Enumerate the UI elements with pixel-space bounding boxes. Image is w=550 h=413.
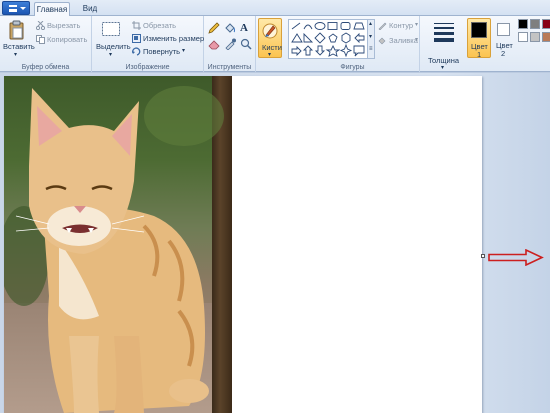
- copy-label: Копировать: [47, 35, 88, 44]
- right-arrow-annotation-icon: [488, 249, 544, 266]
- tools-group-label: Инструменты: [207, 64, 252, 71]
- text-tool-icon[interactable]: A: [240, 22, 248, 34]
- copy-icon: [36, 35, 45, 44]
- outline-label: Контур: [389, 21, 414, 30]
- select-button[interactable]: Выделить ▾: [94, 18, 131, 58]
- outline-icon: [378, 22, 387, 30]
- menu-icon: [9, 5, 17, 12]
- fill-button[interactable]: Заливка ▾: [378, 35, 420, 46]
- color2-swatch: [497, 23, 510, 36]
- thickness-dropdown-icon: ▾: [441, 65, 445, 71]
- shapes-gallery[interactable]: [288, 19, 368, 59]
- rotate-icon: [132, 47, 141, 56]
- color2-button[interactable]: Цвет 2: [494, 18, 516, 58]
- cat-photo[interactable]: [4, 76, 232, 413]
- image-group-label: Изображение: [125, 64, 170, 71]
- shapes-gallery-icons: [291, 22, 365, 58]
- palette-swatch-white[interactable]: [518, 32, 528, 42]
- palette-swatch-gray[interactable]: [530, 19, 540, 29]
- color1-swatch: [471, 22, 487, 38]
- rotate-label: Повернуть: [143, 47, 181, 56]
- palette-swatch-light-gray[interactable]: [530, 32, 540, 42]
- shapes-gallery-scroll[interactable]: ▴ ▾ ≡: [368, 19, 375, 59]
- pencil-icon[interactable]: [208, 22, 220, 34]
- magnifier-icon[interactable]: [240, 38, 252, 50]
- resize-button[interactable]: Изменить размер: [132, 33, 204, 44]
- ribbon: Вставить ▾ Вырезать Копировать Буфер обм…: [0, 16, 550, 72]
- shapes-group: ▴ ▾ ≡ Контур ▾ Заливка ▾ Фигуры: [286, 16, 420, 72]
- selection-icon: [102, 22, 120, 36]
- clipboard-group: Вставить ▾ Вырезать Копировать Буфер обм…: [0, 16, 92, 72]
- palette-swatch-dark-red[interactable]: [542, 19, 550, 29]
- scissors-icon: [36, 21, 45, 30]
- crop-label: Обрезать: [143, 21, 177, 30]
- thickness-icon: [434, 23, 454, 42]
- cat-illustration: [4, 86, 224, 413]
- resize-icon: [132, 34, 141, 43]
- crop-icon: [132, 21, 141, 30]
- outline-button[interactable]: Контур ▾: [378, 20, 420, 31]
- brushes-dropdown-icon: ▾: [268, 52, 272, 58]
- paste-label: Вставить: [3, 42, 35, 51]
- brush-icon: [262, 23, 278, 39]
- eraser-icon[interactable]: [208, 38, 220, 50]
- thickness-button[interactable]: Толщина ▾: [426, 18, 462, 71]
- fill-dropdown-icon: ▾: [415, 37, 419, 43]
- brushes-button[interactable]: Кисти ▾: [258, 18, 282, 58]
- crop-button[interactable]: Обрезать: [132, 20, 192, 31]
- rotate-button[interactable]: Повернуть ▾: [132, 46, 188, 57]
- chevron-down-icon: [20, 7, 26, 10]
- tools-group: A Инструменты: [204, 16, 256, 72]
- paste-icon: [9, 20, 24, 40]
- color-picker-icon[interactable]: [224, 38, 236, 50]
- palette-swatch-brown[interactable]: [542, 32, 550, 42]
- color-palette: [518, 19, 550, 59]
- copy-button[interactable]: Копировать: [36, 34, 90, 45]
- paste-button[interactable]: Вставить ▾: [2, 18, 35, 58]
- outline-dropdown-icon: ▾: [415, 22, 419, 28]
- select-label: Выделить: [96, 42, 131, 51]
- ribbon-tab-bar: Главная Вид: [0, 0, 550, 17]
- tab-view[interactable]: Вид: [78, 2, 102, 16]
- brushes-label: Кисти: [262, 43, 282, 52]
- scroll-up-icon[interactable]: ▴: [369, 20, 372, 27]
- color1-number: 1: [477, 50, 482, 59]
- color1-button[interactable]: Цвет 1: [467, 18, 491, 59]
- canvas-workspace[interactable]: [0, 73, 550, 413]
- gallery-expand-icon[interactable]: ≡: [369, 46, 373, 52]
- image-group: Выделить ▾ Обрезать Изменить размер Пове…: [92, 16, 204, 72]
- drawing-canvas[interactable]: [4, 76, 482, 413]
- tab-home[interactable]: Главная: [34, 2, 70, 17]
- palette-swatch-black[interactable]: [518, 19, 528, 29]
- resize-label: Изменить размер: [143, 34, 205, 43]
- cut-label: Вырезать: [47, 21, 81, 30]
- clipboard-group-label: Буфер обмена: [21, 64, 70, 71]
- select-dropdown-icon[interactable]: ▾: [109, 51, 112, 58]
- cut-button[interactable]: Вырезать: [36, 20, 88, 31]
- fill-bucket-icon[interactable]: [224, 22, 236, 34]
- fill-label: Заливка: [389, 36, 418, 45]
- canvas-resize-handle[interactable]: [481, 254, 485, 258]
- fill-icon: [378, 37, 386, 45]
- file-menu-button[interactable]: [2, 1, 30, 15]
- rotate-dropdown-icon: ▾: [182, 48, 186, 54]
- color2-number: 2: [501, 49, 506, 58]
- scroll-down-icon[interactable]: ▾: [369, 33, 372, 40]
- paste-dropdown-icon[interactable]: ▾: [14, 51, 17, 58]
- shapes-group-label: Фигуры: [340, 64, 365, 71]
